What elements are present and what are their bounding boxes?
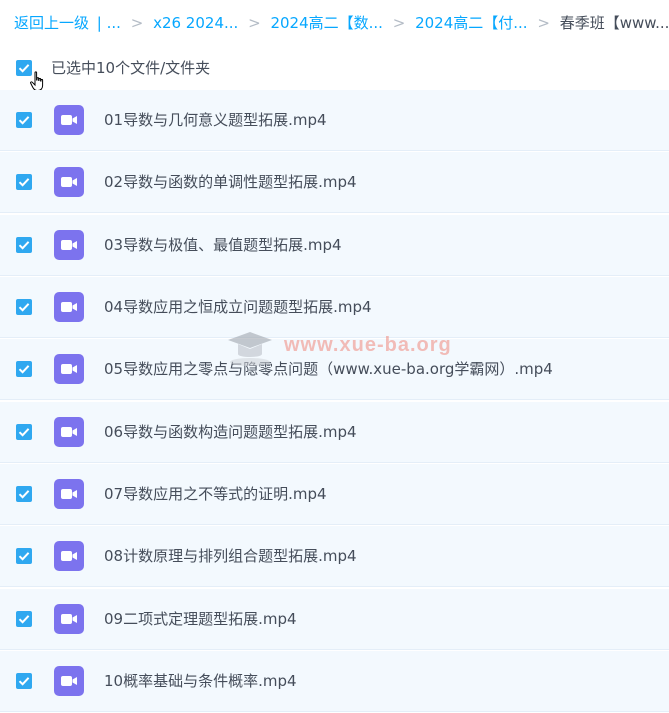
file-checkbox[interactable] [16, 486, 32, 503]
file-row[interactable]: 04导数应用之恒成立问题题型拓展.mp4 [0, 277, 669, 339]
file-checkbox[interactable] [16, 548, 32, 565]
file-name[interactable]: 09二项式定理题型拓展.mp4 [104, 607, 297, 631]
breadcrumb-back-link[interactable]: 返回上一级 [14, 11, 89, 35]
file-checkbox[interactable] [16, 112, 32, 128]
file-row[interactable]: 07导数应用之不等式的证明.mp4 [0, 464, 669, 526]
file-name[interactable]: 03导数与极值、最值题型拓展.mp4 [104, 233, 342, 257]
breadcrumb-current-folder: 春季班【www.... [559, 14, 669, 32]
checkmark-icon [18, 240, 30, 250]
file-checkbox[interactable] [16, 236, 32, 253]
checkmark-icon [18, 427, 30, 437]
file-row[interactable]: 08计数原理与排列组合题型拓展.mp4 [0, 526, 669, 588]
video-icon [54, 105, 84, 135]
video-icon [54, 603, 84, 634]
breadcrumb-ellipsis[interactable]: | ... [97, 11, 121, 35]
breadcrumb-item-x26[interactable]: x26 2024... [153, 11, 238, 35]
file-name[interactable]: 01导数与几何意义题型拓展.mp4 [104, 108, 327, 132]
breadcrumb: 返回上一级 | ... > x26 2024... > 2024高二【数... … [14, 11, 669, 35]
file-list: 01导数与几何意义题型拓展.mp4 02导数与函数的单调性题型拓展.mp4 03… [0, 90, 669, 713]
checkmark-icon [18, 365, 30, 375]
breadcrumb-item-math[interactable]: 2024高二【数... [270, 11, 382, 35]
file-checkbox[interactable] [16, 423, 32, 440]
checkmark-icon [18, 614, 30, 624]
breadcrumb-item-paid[interactable]: 2024高二【付... [415, 11, 527, 35]
file-checkbox[interactable] [16, 673, 32, 690]
breadcrumb-separator: > [537, 14, 550, 32]
video-icon [54, 479, 84, 510]
checkmark-icon [18, 303, 30, 312]
file-checkbox[interactable] [16, 299, 32, 316]
video-icon [54, 666, 84, 697]
file-row[interactable]: 03导数与极值、最值题型拓展.mp4 [0, 214, 669, 276]
file-checkbox[interactable] [16, 174, 32, 191]
video-icon [54, 229, 84, 260]
file-name[interactable]: 05导数应用之零点与隐零点问题（www.xue-ba.org学霸网）.mp4 [104, 357, 553, 381]
file-row[interactable]: 05导数应用之零点与隐零点问题（www.xue-ba.org学霸网）.mp4 [0, 339, 669, 401]
breadcrumb-separator: > [248, 14, 261, 32]
checkmark-icon [18, 552, 30, 562]
video-icon [54, 416, 84, 447]
file-name[interactable]: 06导数与函数构造问题题型拓展.mp4 [104, 420, 357, 444]
video-icon [54, 541, 84, 572]
file-checkbox[interactable] [16, 610, 32, 627]
file-row[interactable]: 02导数与函数的单调性题型拓展.mp4 [0, 152, 669, 214]
breadcrumb-separator: > [392, 14, 406, 32]
file-name[interactable]: 02导数与函数的单调性题型拓展.mp4 [104, 170, 357, 194]
checkmark-icon [18, 677, 30, 686]
file-name[interactable]: 07导数应用之不等式的证明.mp4 [104, 482, 327, 506]
video-icon [54, 167, 84, 198]
video-icon [54, 354, 84, 385]
checkmark-icon [18, 490, 30, 499]
video-icon [54, 292, 84, 323]
selection-count-label: 已选中10个文件/文件夹 [51, 59, 211, 77]
file-name[interactable]: 04导数应用之恒成立问题题型拓展.mp4 [104, 295, 372, 319]
breadcrumb-separator: > [130, 14, 144, 32]
file-checkbox[interactable] [16, 361, 32, 378]
file-row[interactable]: 01导数与几何意义题型拓展.mp4 [0, 90, 669, 151]
checkmark-icon [18, 178, 30, 187]
selection-bar: 已选中10个文件/文件夹 [0, 52, 669, 91]
checkmark-icon [18, 116, 30, 125]
file-name[interactable]: 10概率基础与条件概率.mp4 [104, 669, 297, 693]
file-row[interactable]: 09二项式定理题型拓展.mp4 [0, 588, 669, 650]
file-row[interactable]: 06导数与函数构造问题题型拓展.mp4 [0, 401, 669, 463]
file-name[interactable]: 08计数原理与排列组合题型拓展.mp4 [104, 544, 357, 568]
